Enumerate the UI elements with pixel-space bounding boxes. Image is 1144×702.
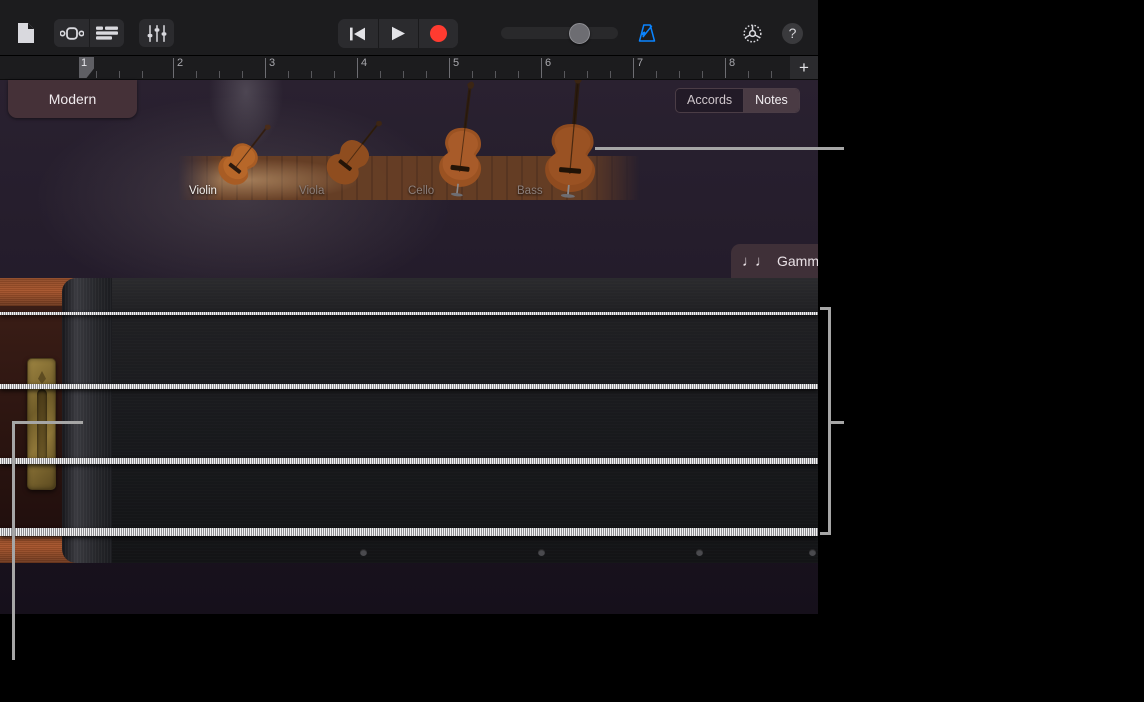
outside-area-bottom bbox=[0, 614, 818, 702]
loop-browser-icon[interactable] bbox=[54, 19, 89, 47]
fretboard-area[interactable] bbox=[0, 278, 818, 614]
ruler-bar-number: 6 bbox=[545, 57, 551, 69]
metronome-icon[interactable] bbox=[634, 20, 660, 46]
scale-button-label: Gamme bbox=[777, 253, 818, 269]
mixer-faders-icon[interactable] bbox=[139, 19, 174, 47]
instrument-cello[interactable] bbox=[408, 80, 518, 200]
strings-bracket-stem bbox=[831, 421, 844, 424]
ruler-bar-number: 8 bbox=[729, 57, 735, 69]
ruler-bar-number: 4 bbox=[361, 57, 367, 69]
ruler-bar-number: 3 bbox=[269, 57, 275, 69]
mode-toggle: Accords Notes bbox=[675, 88, 800, 113]
help-button[interactable]: ? bbox=[782, 23, 803, 44]
rewind-button[interactable] bbox=[338, 19, 378, 48]
position-dot bbox=[696, 549, 703, 556]
fretboard-guide-top-arm bbox=[12, 421, 83, 424]
fretboard-guide-line bbox=[12, 421, 15, 660]
tailpiece-ornament bbox=[27, 358, 56, 490]
view-toggle-group bbox=[54, 19, 124, 47]
preset-tab-modern[interactable]: Modern bbox=[8, 80, 137, 118]
instrument-label-cello: Cello bbox=[408, 185, 518, 197]
position-dot bbox=[809, 549, 816, 556]
outside-area-right bbox=[818, 0, 1144, 702]
app-root: ? 2 3 4 5 6 7 8 bbox=[0, 0, 1144, 702]
double-eighth-note-icon: ♩♩ bbox=[742, 253, 768, 270]
track-list-icon[interactable] bbox=[89, 19, 124, 47]
instrument-row-pointer-line bbox=[595, 147, 844, 150]
timeline-ruler[interactable]: 2 3 4 5 6 7 8 bbox=[0, 56, 818, 80]
instrument-label-bass: Bass bbox=[517, 185, 627, 197]
record-button[interactable] bbox=[418, 19, 458, 48]
playhead[interactable]: 1 bbox=[79, 57, 94, 78]
tab-notes[interactable]: Notes bbox=[743, 89, 799, 112]
string-1[interactable] bbox=[0, 312, 818, 315]
instrument-label-violin: Violin bbox=[189, 185, 299, 197]
position-dot bbox=[538, 549, 545, 556]
master-volume-slider[interactable] bbox=[501, 27, 618, 39]
position-dot bbox=[360, 549, 367, 556]
master-volume-knob[interactable] bbox=[569, 23, 590, 44]
fretboard-surface[interactable] bbox=[0, 278, 818, 563]
string-4[interactable] bbox=[0, 528, 818, 536]
app-viewport: ? 2 3 4 5 6 7 8 bbox=[0, 0, 818, 614]
ruler-bar-number: 2 bbox=[177, 57, 183, 69]
record-indicator bbox=[430, 25, 447, 42]
add-section-button[interactable]: + bbox=[790, 56, 818, 80]
instrument-label-viola: Viola bbox=[299, 185, 409, 197]
string-3[interactable] bbox=[0, 458, 818, 464]
tab-accords[interactable]: Accords bbox=[676, 89, 743, 112]
document-icon[interactable] bbox=[12, 19, 40, 47]
string-2[interactable] bbox=[0, 384, 818, 389]
scale-button[interactable]: ♩♩ Gamme bbox=[731, 244, 818, 278]
ruler-bar-number: 5 bbox=[453, 57, 459, 69]
top-toolbar: ? bbox=[0, 0, 818, 56]
instrument-bass[interactable] bbox=[517, 80, 627, 202]
strings-bracket-bottom-arm bbox=[820, 532, 831, 535]
gear-icon[interactable] bbox=[739, 20, 765, 46]
ruler-bar-number: 7 bbox=[637, 57, 643, 69]
play-button[interactable] bbox=[378, 19, 418, 48]
transport-controls bbox=[338, 19, 458, 48]
